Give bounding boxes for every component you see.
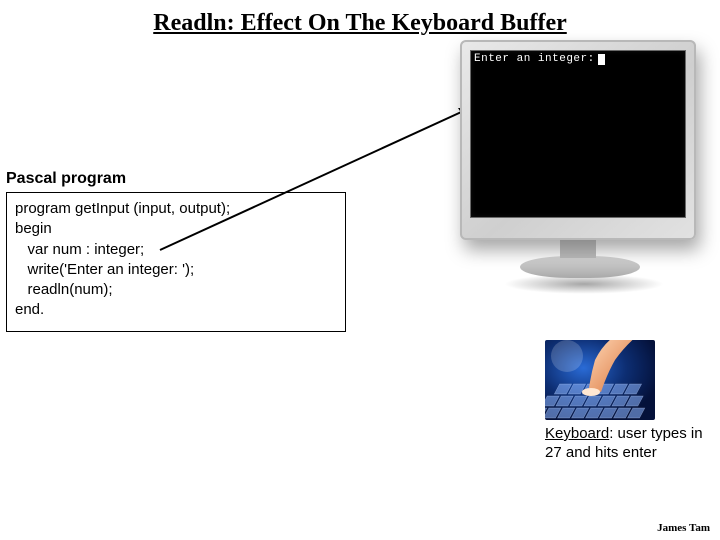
monitor-screen: Enter an integer:: [470, 50, 686, 218]
slide-title: Readln: Effect On The Keyboard Buffer: [0, 10, 720, 37]
pascal-section-label: Pascal program: [6, 170, 126, 188]
keyboard-caption-keyword: Keyboard: [545, 425, 609, 442]
monitor-illustration: Enter an integer:: [460, 40, 696, 296]
pascal-code-box: program getInput (input, output); begin …: [6, 192, 346, 332]
keyboard-caption: Keyboard: user types in 27 and hits ente…: [545, 425, 705, 463]
terminal-prompt: Enter an integer:: [471, 51, 598, 67]
keyboard-image: [545, 340, 655, 420]
footer-author: James Tam: [657, 522, 710, 534]
terminal-cursor: [598, 54, 605, 65]
